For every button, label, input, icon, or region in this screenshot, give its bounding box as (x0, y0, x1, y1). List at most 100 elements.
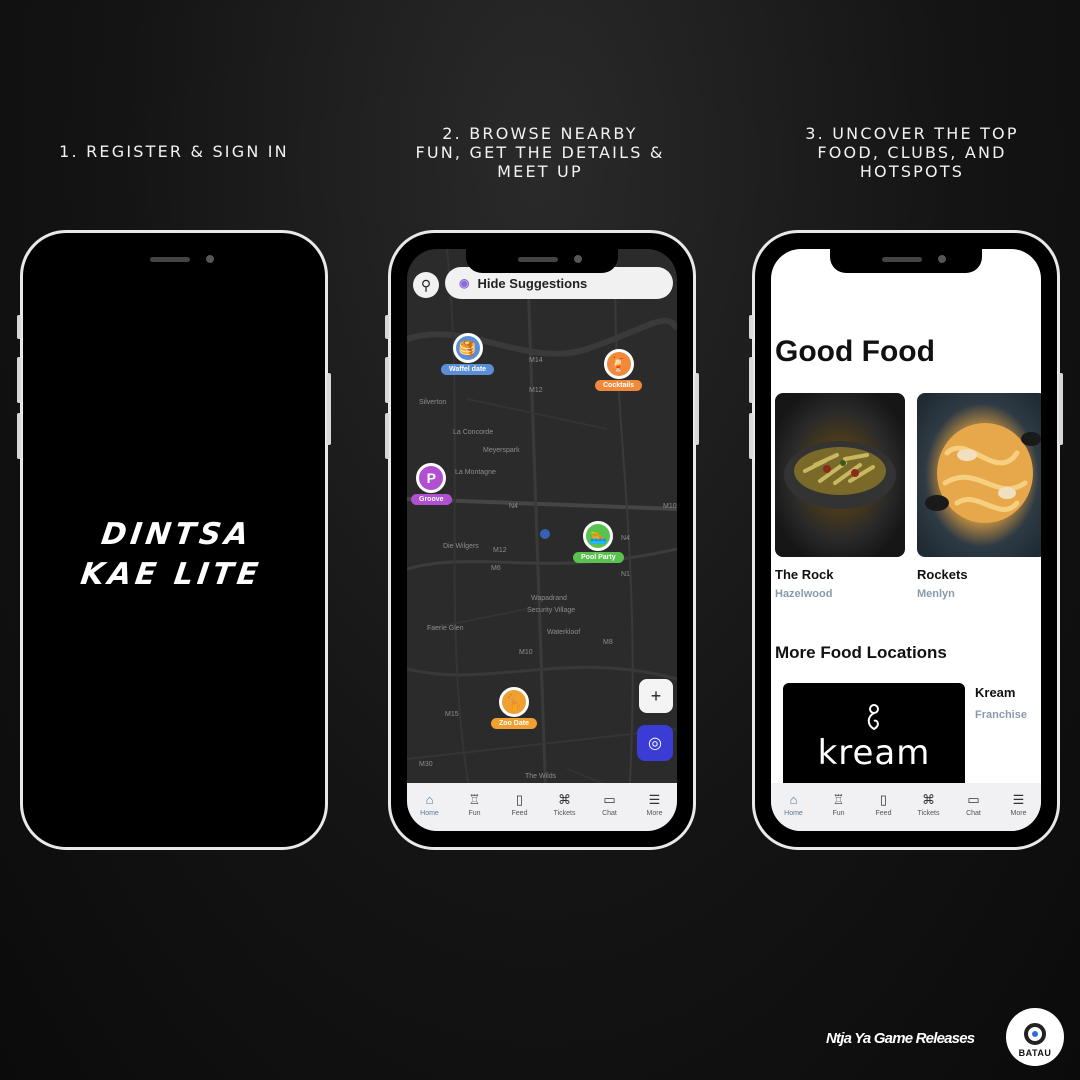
nav-label: Chat (966, 809, 981, 817)
pasta-illustration (784, 441, 896, 509)
map-label: Meyerspark (483, 447, 520, 454)
giraffe-icon: 🦒 (498, 687, 529, 717)
food-card-name: The Rock (775, 567, 834, 582)
map-label: Silverton (419, 399, 447, 406)
food-card-the-rock[interactable]: The Rock Hazelwood (775, 393, 905, 600)
nav-label: Tickets (553, 809, 576, 817)
map-label: Security Village (527, 607, 576, 614)
hide-suggestions-label: Hide Suggestions (477, 275, 588, 291)
map-label: Waterkloof (547, 629, 581, 636)
tickets-icon: ⌘ (558, 791, 571, 807)
step-1-title: 1. REGISTER & SIGN IN (59, 142, 289, 161)
batau-ring-icon (1024, 1023, 1046, 1045)
feed-icon: ▯ (879, 791, 888, 807)
map-label: M6 (491, 565, 501, 572)
search-button[interactable]: ⚲ (413, 272, 439, 298)
map-label: M10 (663, 503, 677, 510)
food-card-location: Hazelwood (775, 588, 833, 600)
map-label: M12 (529, 387, 543, 394)
nav-more[interactable]: ☰ More (997, 792, 1041, 817)
map-pin-label: Cocktails (595, 380, 643, 391)
map-label: Wapadrand (531, 595, 567, 602)
nav-chat[interactable]: ▭ Chat (952, 792, 996, 817)
kream-mark-icon (867, 704, 879, 731)
splash-screen: DINTSA KAE LITE (39, 249, 309, 831)
pool-icon: 🏊 (583, 521, 614, 551)
food-image-seafood-pasta (917, 393, 1041, 557)
map-label: Die Wilgers (443, 543, 479, 550)
batau-logo: BATAU (1006, 1008, 1064, 1066)
nav-feed[interactable]: ▯ Feed (862, 792, 906, 817)
step-2-title: 2. BROWSE NEARBY FUN, GET THE DETAILS & … (415, 124, 665, 181)
map-label: M15 (445, 711, 459, 718)
section-title: More Food Locations (775, 643, 947, 662)
nav-more[interactable]: ☰ More (633, 792, 677, 817)
food-card-location: Menlyn (917, 588, 955, 600)
nav-label: More (646, 809, 663, 817)
fun-icon: ♖ (468, 791, 481, 807)
app-brand-logo: DINTSA KAE LITE (78, 517, 265, 592)
nav-home[interactable]: ⌂ Home (408, 792, 452, 817)
map-label: Faerie Glen (427, 625, 464, 632)
nav-chat[interactable]: ▭ Chat (588, 792, 632, 817)
chat-icon: ▭ (603, 791, 616, 807)
step-3-title: 3. UNCOVER THE TOP FOOD, CLUBS, AND HOTS… (805, 124, 1019, 181)
map-pin-cocktails[interactable]: 🍹 Cocktails (595, 349, 643, 391)
more-icon: ☰ (648, 791, 661, 807)
home-icon: ⌂ (789, 791, 798, 807)
map-pin-groove[interactable]: P Groove (411, 463, 452, 505)
map-label: M12 (493, 547, 507, 554)
nav-fun[interactable]: ♖ Fun (453, 792, 497, 817)
phone-notch (830, 249, 982, 273)
nav-label: Home (784, 809, 803, 817)
map-pin-label: Groove (411, 494, 452, 505)
location-name[interactable]: Kream (975, 685, 1015, 700)
more-icon: ☰ (1012, 791, 1025, 807)
nav-label: Fun (832, 809, 845, 817)
map-label: The Wilds (525, 773, 557, 780)
nav-fun[interactable]: ♖ Fun (817, 792, 861, 817)
nav-label: Home (420, 809, 439, 817)
food-image-pasta (775, 393, 905, 557)
seafood-illustration (925, 423, 1041, 523)
locate-button[interactable]: ◎ (637, 725, 673, 761)
map-pin-waffel-date[interactable]: 🥞 Waffel date (441, 333, 495, 375)
map-label: N4 (509, 503, 518, 510)
nav-feed[interactable]: ▯ Feed (498, 792, 542, 817)
map-pin-label: Pool Party (573, 552, 624, 563)
phone-register: DINTSA KAE LITE (17, 230, 331, 850)
tickets-icon: ⌘ (922, 791, 935, 807)
chat-icon: ▭ (967, 791, 980, 807)
kream-logo-text: kream (817, 733, 931, 773)
location-type: Franchise (975, 709, 1027, 721)
locate-icon: ◎ (648, 735, 662, 752)
map-pin-zoo-date[interactable]: 🦒 Zoo Date (491, 687, 537, 729)
nav-label: Feed (875, 809, 892, 817)
map-pin-pool-party[interactable]: 🏊 Pool Party (573, 521, 624, 563)
nav-tickets[interactable]: ⌘ Tickets (907, 792, 951, 817)
map-label: La Concorde (453, 429, 494, 436)
fun-icon: ♖ (832, 791, 845, 807)
map-label: M10 (519, 649, 533, 656)
phone-notch (98, 249, 250, 273)
search-icon: ⚲ (420, 276, 432, 293)
map-view[interactable]: M14 M12 Silverton La Concorde Meyerspark… (407, 249, 677, 831)
zoom-in-button[interactable]: + (639, 679, 673, 713)
map-label: N1 (621, 571, 630, 578)
kream-logo[interactable]: kream (783, 683, 965, 793)
map-pin-label: Waffel date (441, 364, 495, 375)
food-card-rockets[interactable]: Rockets Menlyn (917, 393, 1041, 600)
cocktail-icon: 🍹 (603, 349, 634, 379)
groove-icon: P (416, 463, 447, 493)
map-label: M8 (603, 639, 613, 646)
nav-tickets[interactable]: ⌘ Tickets (543, 792, 587, 817)
page-title: Good Food (775, 335, 935, 368)
waffle-icon: 🥞 (452, 333, 483, 363)
eye-off-icon: ◉ (459, 276, 470, 290)
bottom-nav: ⌂ Home ♖ Fun ▯ Feed ⌘ Tickets ▭ Chat ☰ More (771, 783, 1041, 831)
phone-food: Good Food The Rock Hazelwood Rockets Men… (749, 230, 1063, 850)
map-label: M14 (529, 357, 543, 364)
nav-home[interactable]: ⌂ Home (772, 792, 816, 817)
bottom-nav: ⌂ Home ♖ Fun ▯ Feed ⌘ Tickets ▭ Chat ☰ More (407, 783, 677, 831)
food-card-name: Rockets (917, 567, 968, 582)
